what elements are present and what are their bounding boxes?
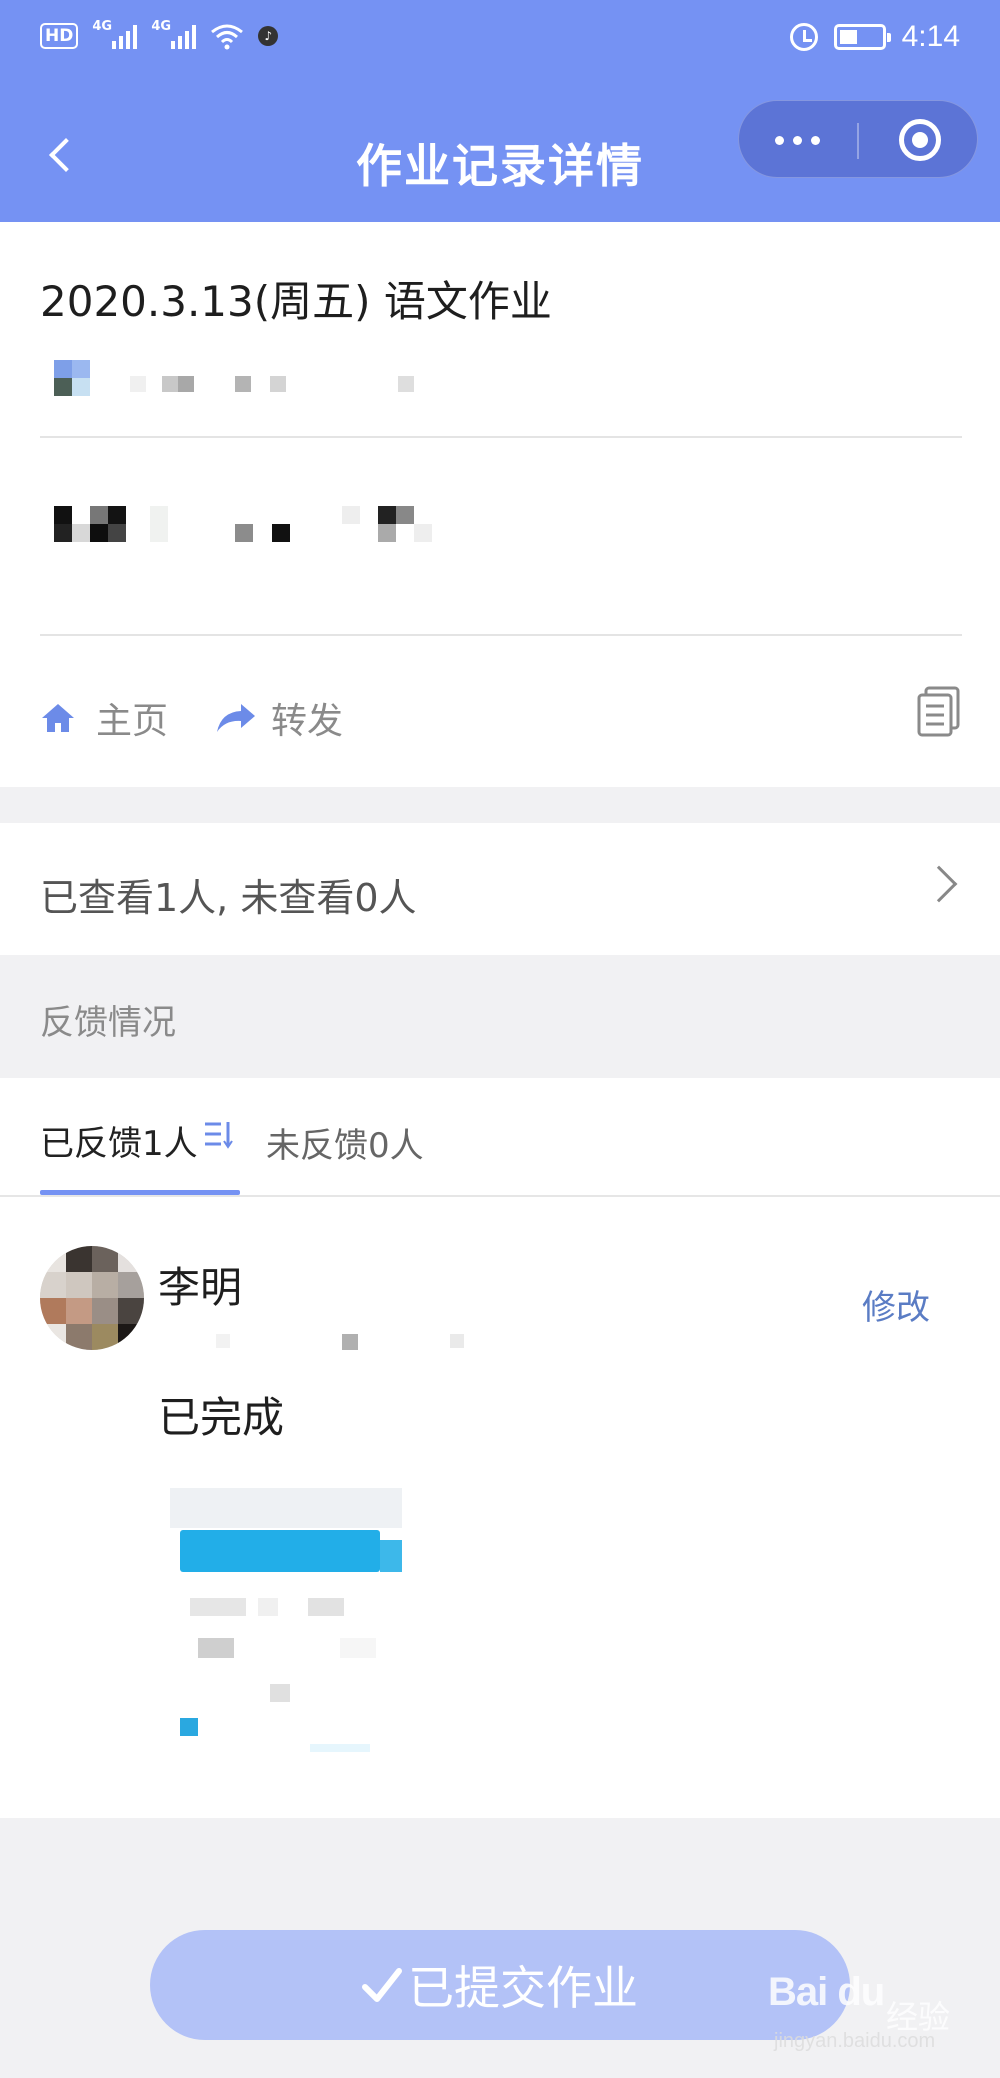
card-divider	[40, 634, 962, 636]
sender-row	[40, 358, 440, 408]
student-name: 李明	[158, 1263, 243, 1312]
homework-card: 2020.3.13(周五) 语文作业 主页 转发	[0, 222, 1000, 787]
viewed-status-row[interactable]: 已查看1人, 未查看0人	[0, 823, 1000, 955]
status-bar: HD 4G 4G ♪ 4:14	[0, 0, 1000, 80]
submitted-button[interactable]: 已提交作业	[150, 1930, 850, 2040]
watermark-logo: Bai du	[768, 1970, 885, 2014]
forward-icon	[217, 704, 255, 732]
status-time: 4:14	[901, 20, 960, 53]
forward-label: 转发	[271, 701, 344, 742]
signal-icon: 4G	[151, 19, 197, 49]
sort-icon[interactable]	[203, 1118, 233, 1150]
feedback-panel: 已反馈1人 未反馈0人 李明 修改 已完成	[0, 1078, 1000, 1818]
tab-submitted[interactable]: 已反馈1人	[40, 1116, 198, 1165]
homework-content	[40, 502, 460, 562]
copy-icon[interactable]	[916, 686, 962, 738]
sender-avatar	[54, 360, 90, 396]
home-label: 主页	[96, 701, 169, 742]
submit-label: 已提交作业	[408, 1961, 638, 2015]
attachment-image[interactable]	[170, 1488, 402, 1768]
signal-icon: 4G	[92, 19, 138, 49]
battery-icon	[833, 24, 891, 50]
header: HD 4G 4G ♪ 4:14 作业记录详情	[0, 0, 1000, 222]
wifi-icon	[211, 24, 244, 50]
avatar	[40, 1246, 144, 1350]
status-left: HD 4G 4G ♪	[40, 19, 279, 50]
status-right: 4:14	[789, 20, 960, 54]
tabs-divider	[0, 1195, 1000, 1197]
hd-icon: HD	[40, 23, 79, 49]
submission-meta	[210, 1330, 480, 1360]
chevron-right-icon	[920, 865, 958, 903]
home-icon	[42, 704, 74, 732]
completion-status: 已完成	[158, 1393, 285, 1442]
viewed-status-text: 已查看1人, 未查看0人	[40, 876, 417, 920]
card-divider	[40, 436, 962, 438]
alarm-icon	[789, 23, 818, 51]
watermark-url: jingyan.baidu.com	[774, 2030, 936, 2052]
check-icon	[362, 1968, 402, 2002]
edit-button[interactable]: 修改	[862, 1280, 930, 1329]
tiktok-icon: ♪	[258, 26, 279, 46]
tab-pending[interactable]: 未反馈0人	[266, 1118, 424, 1167]
close-button[interactable]	[859, 101, 979, 179]
baidu-watermark: Bai du 经验 jingyan.baidu.com	[768, 1970, 978, 2060]
mini-program-capsule	[738, 100, 978, 178]
more-icon	[775, 136, 784, 145]
home-button[interactable]: 主页	[40, 692, 168, 744]
action-bar: 主页 转发	[40, 686, 962, 762]
forward-button[interactable]: 转发	[215, 692, 343, 744]
feedback-heading: 反馈情况	[40, 1003, 176, 1043]
homework-title: 2020.3.13(周五) 语文作业	[40, 277, 552, 326]
more-button[interactable]	[739, 101, 857, 179]
